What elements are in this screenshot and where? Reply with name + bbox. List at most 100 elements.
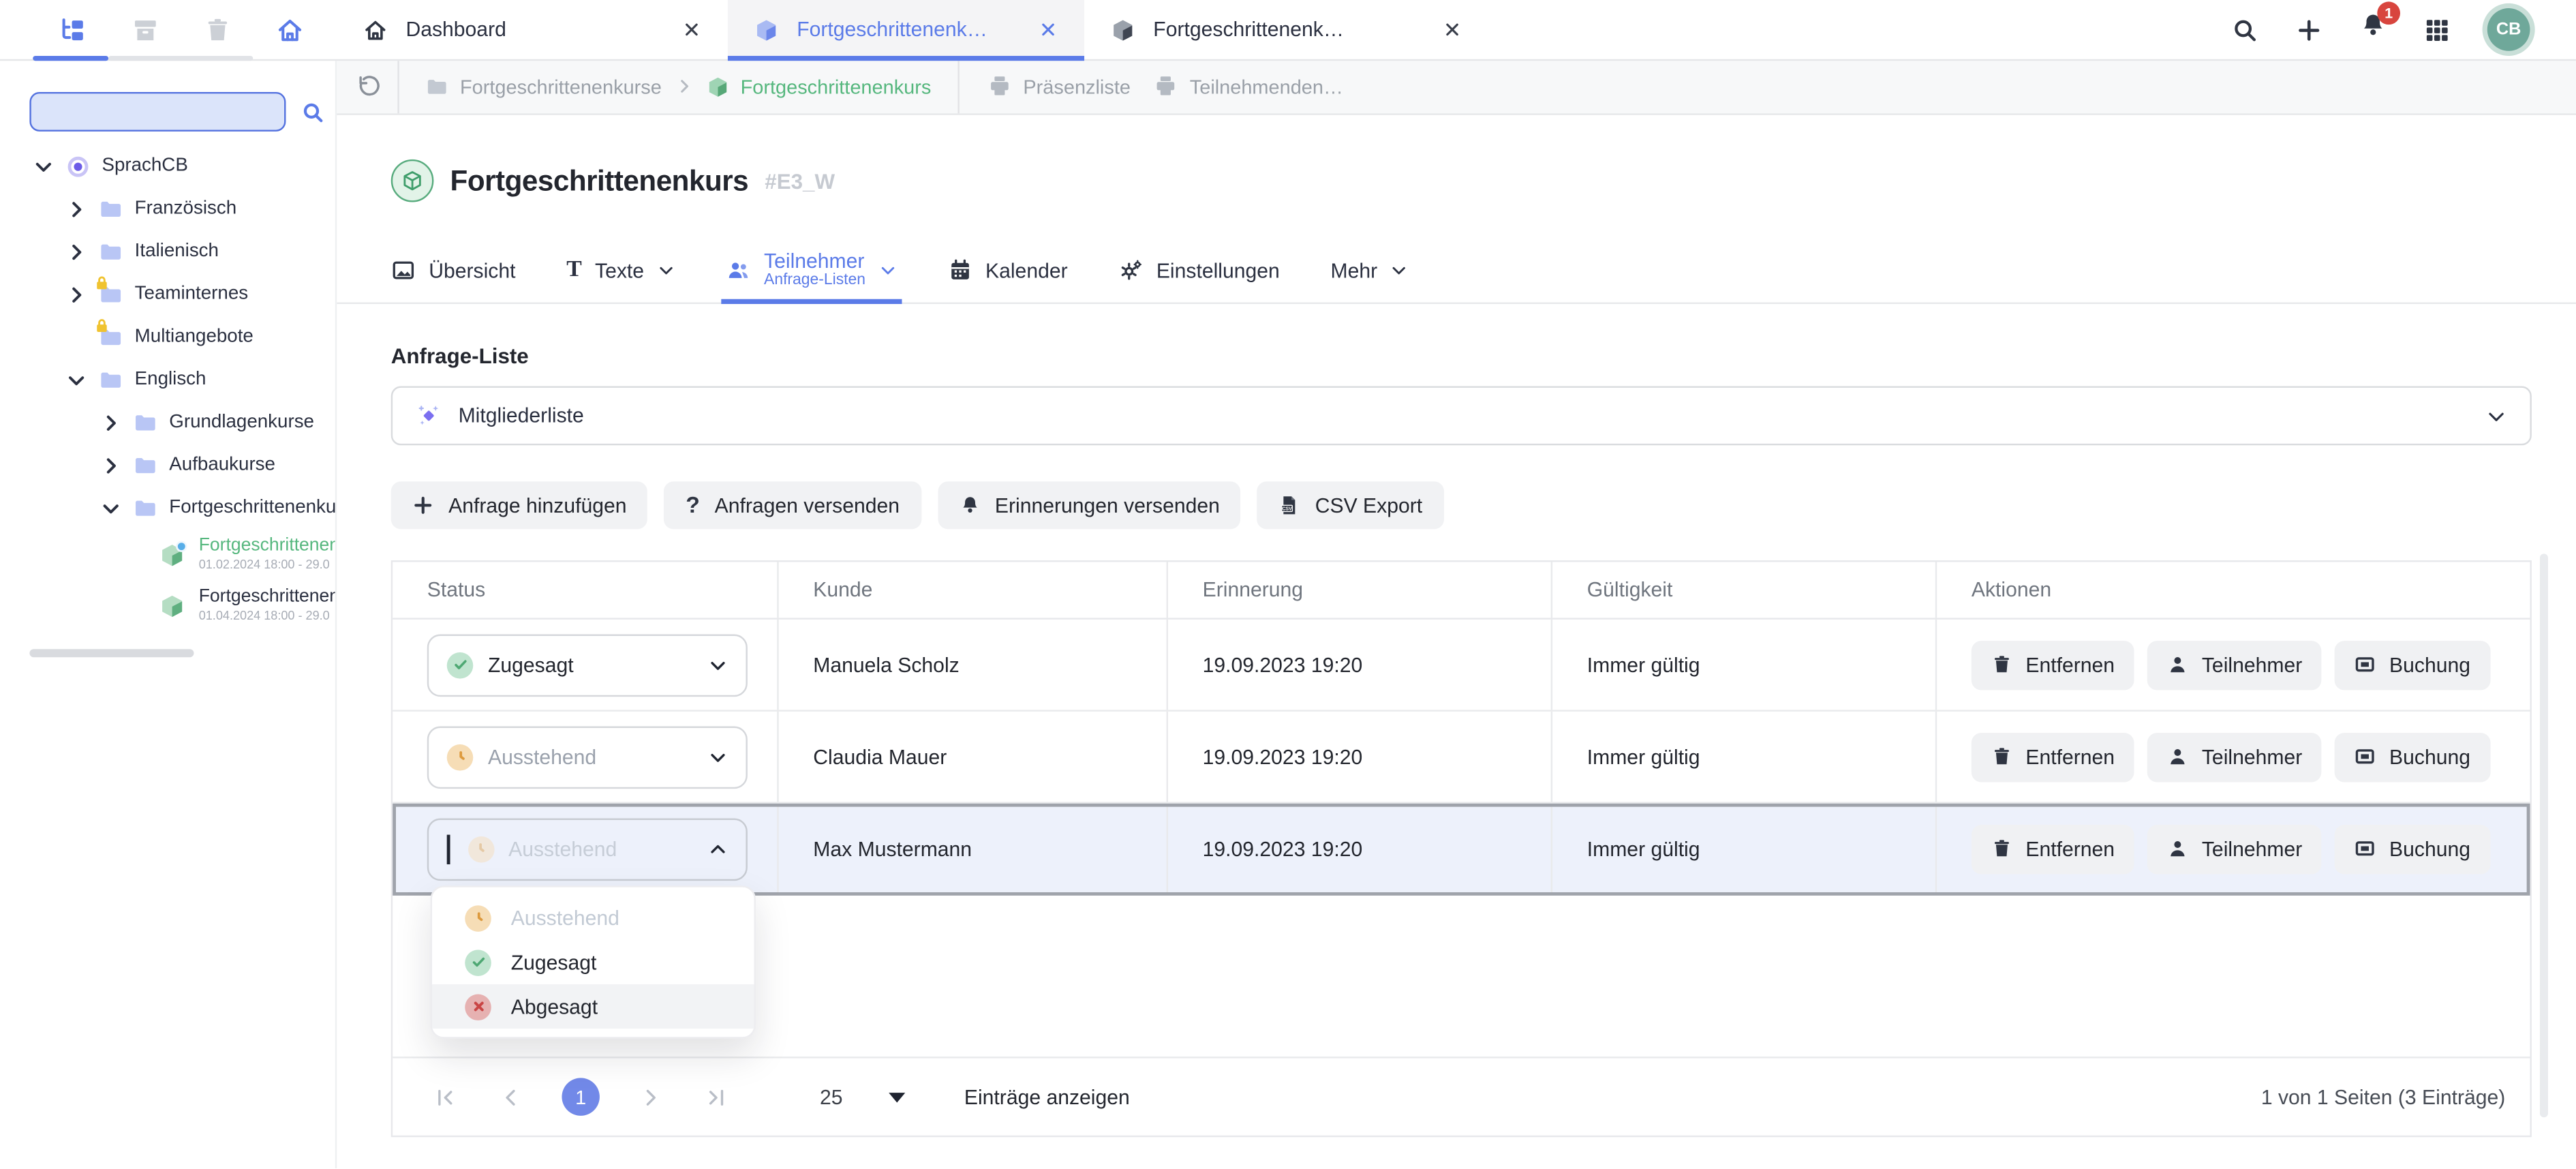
entfernen-button[interactable]: Entfernen [1972,640,2134,689]
window-tabstrip: Dashboard Fortgeschrittenenkurs Fortgesc [337,0,1488,59]
tree-item-aufbaukurse[interactable]: Aufbaukurse [0,444,335,487]
status-select[interactable]: Ausstehend [427,725,748,788]
tab-fortgeschrittenenkurs[interactable]: Fortgeschrittenenkurs [1084,0,1488,59]
csv-export-button[interactable]: CSV CSV Export [1257,481,1443,529]
tab-uebersicht[interactable]: Übersicht [391,239,516,303]
last-page-icon[interactable] [705,1085,728,1108]
buchung-button[interactable]: Buchung [2335,732,2489,781]
chevron-up-icon [708,839,728,859]
tab-teilnehmer[interactable]: Teilnehmer Anfrage-Listen [726,239,897,303]
breadcrumb-folder[interactable]: Fortgeschrittenenkurse [425,75,662,98]
first-page-icon[interactable] [433,1085,457,1108]
avatar[interactable]: CB [2487,8,2530,51]
print-teilnehmendenliste[interactable]: Teilnehmendenliste [1154,74,1346,98]
course-text: Fortgeschrittenenkurs 01.04.2024 18:00 -… [199,587,335,624]
dropdown-arrow-icon [889,1092,905,1102]
tree-item-teaminternes[interactable]: Teaminternes [0,273,335,316]
chevron-right-icon[interactable] [65,198,87,219]
option-label: Ausstehend [511,907,619,930]
kunde-cell: Manuela Scholz [779,620,1168,710]
add-anfrage-button[interactable]: Anfrage hinzufügen [391,481,648,529]
horizontal-scrollbar[interactable] [29,649,194,657]
tab-mehr[interactable]: Mehr [1331,239,1409,303]
status-cell: Ausstehend [393,804,779,894]
teilnehmer-button[interactable]: Teilnehmer [2147,824,2322,873]
menu-option-ausstehend[interactable]: Ausstehend [432,896,754,940]
close-icon[interactable] [681,20,701,40]
close-icon[interactable] [1039,20,1058,40]
tree-item-italienisch[interactable]: Italienisch [0,230,335,273]
breadcrumb-course[interactable]: Fortgeschrittenenkurs [706,75,931,98]
tree-item-course-selected[interactable]: Fortgeschrittenenkurs 01.02.2024 18:00 -… [0,529,335,580]
tree-item-label: Französisch [135,199,236,219]
tab-dashboard[interactable]: Dashboard [337,0,728,59]
chevron-right-icon[interactable] [65,241,87,262]
tree-item-fortgeschrittenenkurse[interactable]: Fortgeschrittenenkurse [0,487,335,530]
tree-view-icon[interactable] [59,16,87,44]
chevron-right-icon[interactable] [65,284,87,305]
tree-item-label: Multiangebote [135,327,254,347]
send-erinnerungen-button[interactable]: Erinnerungen versenden [937,481,1241,529]
archive-icon[interactable] [132,16,159,44]
tab-texte[interactable]: T Texte [566,239,675,303]
tree-item-multiangebote[interactable]: Multiangebote [0,316,335,359]
send-anfragen-button[interactable]: ? Anfragen versenden [664,481,921,529]
tree-item-grundlagenkurse[interactable]: Grundlagenkurse [0,401,335,444]
app-root: Dashboard Fortgeschrittenenkurs Fortgesc [0,0,2576,1169]
check-circle-icon [465,949,491,975]
bell-icon [959,495,980,516]
person-icon [2167,746,2188,767]
vertical-scrollbar[interactable] [2540,553,2548,1117]
page-size-select[interactable]: 25 [820,1085,905,1108]
tree-item-englisch[interactable]: Englisch [0,359,335,401]
previous-page-icon[interactable] [500,1085,523,1108]
column-header-aktionen: Aktionen [1937,562,2530,618]
search-input[interactable] [29,92,286,132]
chevron-down-icon[interactable] [33,155,54,177]
folder-icon [99,239,123,264]
aktionen-cell: Entfernen Teilnehmer Buchung [1937,620,2530,710]
trash-icon[interactable] [204,16,232,44]
close-icon[interactable] [1443,20,1462,40]
teilnehmer-button[interactable]: Teilnehmer [2147,640,2322,689]
notifications-button[interactable]: 1 [2359,12,2387,48]
table-row: Zugesagt Manuela Scholz 19.09.2023 19:20… [393,620,2530,712]
tab-kalender[interactable]: Kalender [948,239,1068,303]
chevron-right-icon[interactable] [100,455,121,476]
chevron-right-icon[interactable] [100,412,121,433]
tree-item-franzoesisch[interactable]: Französisch [0,187,335,230]
buchung-button[interactable]: Buchung [2335,824,2489,873]
tab-fortgeschrittenenkurs-active[interactable]: Fortgeschrittenenkurs [728,0,1084,59]
entfernen-button[interactable]: Entfernen [1972,824,2134,873]
search-icon[interactable] [301,100,325,124]
chevron-down-icon[interactable] [100,497,121,518]
undo-icon[interactable] [356,74,381,98]
status-select-open[interactable]: Ausstehend [427,817,748,880]
tab-label: Mehr [1331,259,1378,282]
chevron-down-icon[interactable] [65,369,87,390]
sidebar-search [29,92,335,132]
anfrage-liste-select[interactable]: Mitgliederliste [391,386,2532,446]
tree-item-sprachcb[interactable]: SprachCB [0,145,335,187]
tab-label-stack: Teilnehmer Anfrage-Listen [764,251,865,290]
next-page-icon[interactable] [639,1085,662,1108]
tab-einstellungen[interactable]: Einstellungen [1118,239,1279,303]
apps-grid-icon[interactable] [2423,16,2451,44]
folder-tree: SprachCB Französisch Italienisch [0,145,335,631]
print-praesenzliste[interactable]: Präsenzliste [987,74,1131,98]
buchung-button[interactable]: Buchung [2335,640,2489,689]
teilnehmer-button[interactable]: Teilnehmer [2147,732,2322,781]
menu-option-zugesagt[interactable]: Zugesagt [432,940,754,984]
text-caret [447,834,450,863]
status-select[interactable]: Zugesagt [427,633,748,696]
current-page-button[interactable]: 1 [562,1078,599,1115]
home-icon[interactable] [276,16,304,44]
menu-option-abgesagt[interactable]: Abgesagt [432,984,754,1029]
tree-item-course[interactable]: Fortgeschrittenenkurs 01.04.2024 18:00 -… [0,580,335,631]
search-icon[interactable] [2231,16,2259,44]
entfernen-button[interactable]: Entfernen [1972,732,2134,781]
selected-value: Mitgliederliste [459,404,584,427]
trash-icon [1991,654,2012,675]
option-label: Abgesagt [511,995,598,1018]
add-icon[interactable] [2295,16,2323,44]
